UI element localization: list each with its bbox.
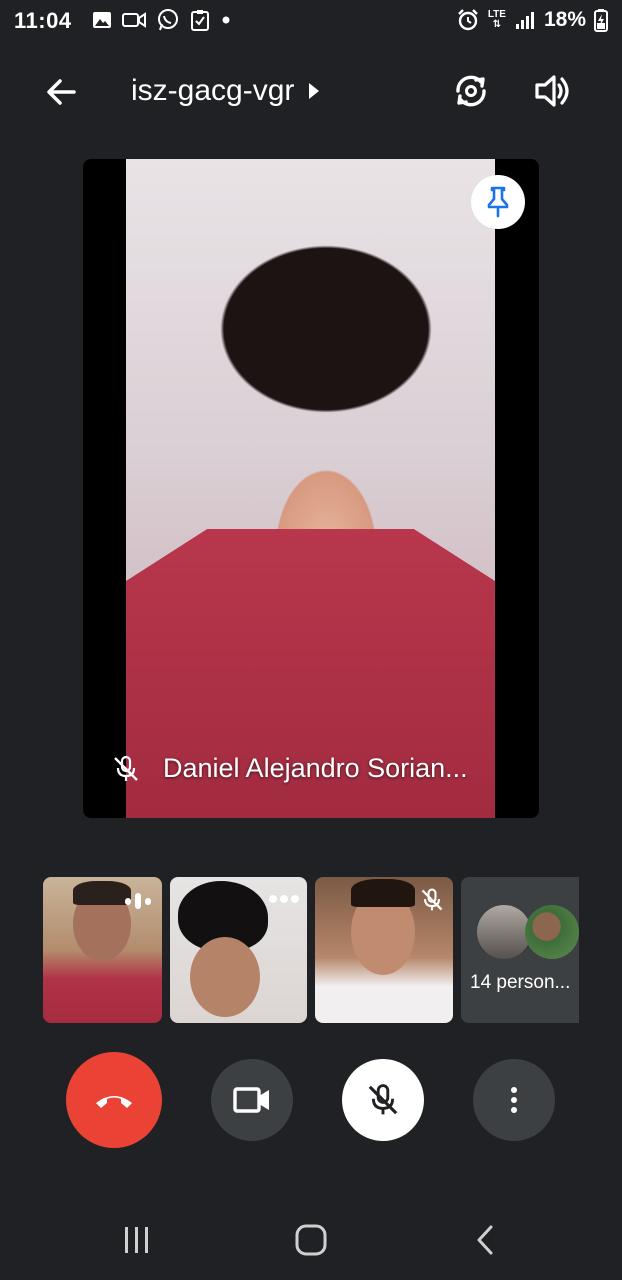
meeting-code: isz-gacg-vgr [131,74,295,107]
switch-camera-icon [456,75,486,107]
status-notification-icons [92,8,232,32]
meeting-app-bar: isz-gacg-vgr [0,56,622,126]
more-dots-icon [269,895,299,903]
status-time: 11:04 [14,8,72,33]
videocam-icon [233,1087,269,1113]
mic-off-icon [114,755,138,781]
mic-off-icon [421,888,443,911]
recents-icon [125,1227,148,1253]
volume-up-icon [535,75,569,107]
gallery-icon [93,12,111,28]
alarm-icon [457,9,478,31]
meeting-code-button[interactable]: isz-gacg-vgr [131,74,320,108]
participant-name-row: Daniel Alejandro Sorian... [111,753,468,784]
more-vertical-icon [511,1087,517,1113]
battery-percentage: 18% [543,8,586,31]
nav-recents-button[interactable] [107,1220,167,1260]
participant-name: Daniel Alejandro Sorian... [163,753,468,783]
signal-icon [515,12,534,29]
task-check-icon [191,10,209,31]
dot-icon [222,16,230,24]
speaking-indicator-icon [125,893,151,909]
lte-icon: LTE ⇅ [487,9,506,30]
home-icon [295,1224,327,1256]
participant-thumbnail[interactable] [170,877,307,1023]
participant-face [190,937,260,1017]
participant-hair [351,879,415,907]
whatsapp-icon [158,9,178,31]
microphone-toggle-button[interactable] [342,1059,424,1141]
switch-camera-button[interactable] [448,68,494,114]
arrow-back-icon [47,79,76,105]
more-options-button[interactable] [473,1059,555,1141]
participant-thumbnail[interactable] [43,877,162,1023]
camera-toggle-button[interactable] [211,1059,293,1141]
speaker-button[interactable] [530,68,576,114]
status-bar: 11:04 LTE ⇅ 18% [0,0,622,44]
pin-button[interactable] [471,175,525,229]
nav-back-button[interactable] [455,1220,515,1260]
nav-home-button[interactable] [281,1220,341,1260]
chevron-left-icon [477,1225,493,1255]
call-end-icon [96,1096,132,1108]
status-system-icons: LTE ⇅ 18% [456,8,608,32]
participant-avatar [525,905,579,959]
back-button[interactable] [40,70,84,114]
mic-off-icon [368,1084,398,1115]
more-people-label: 14 person... [470,972,571,993]
end-call-button[interactable] [66,1052,162,1148]
participant-avatar [477,905,531,959]
pin-icon [487,186,509,218]
more-participants-tile[interactable]: 14 person... [461,877,579,1023]
participant-thumbnail[interactable] [315,877,453,1023]
pinned-participant-tile[interactable]: Daniel Alejandro Sorian... [83,159,539,818]
battery-charging-icon [594,9,608,32]
video-icon [122,12,146,28]
play-arrow-icon [309,83,320,99]
